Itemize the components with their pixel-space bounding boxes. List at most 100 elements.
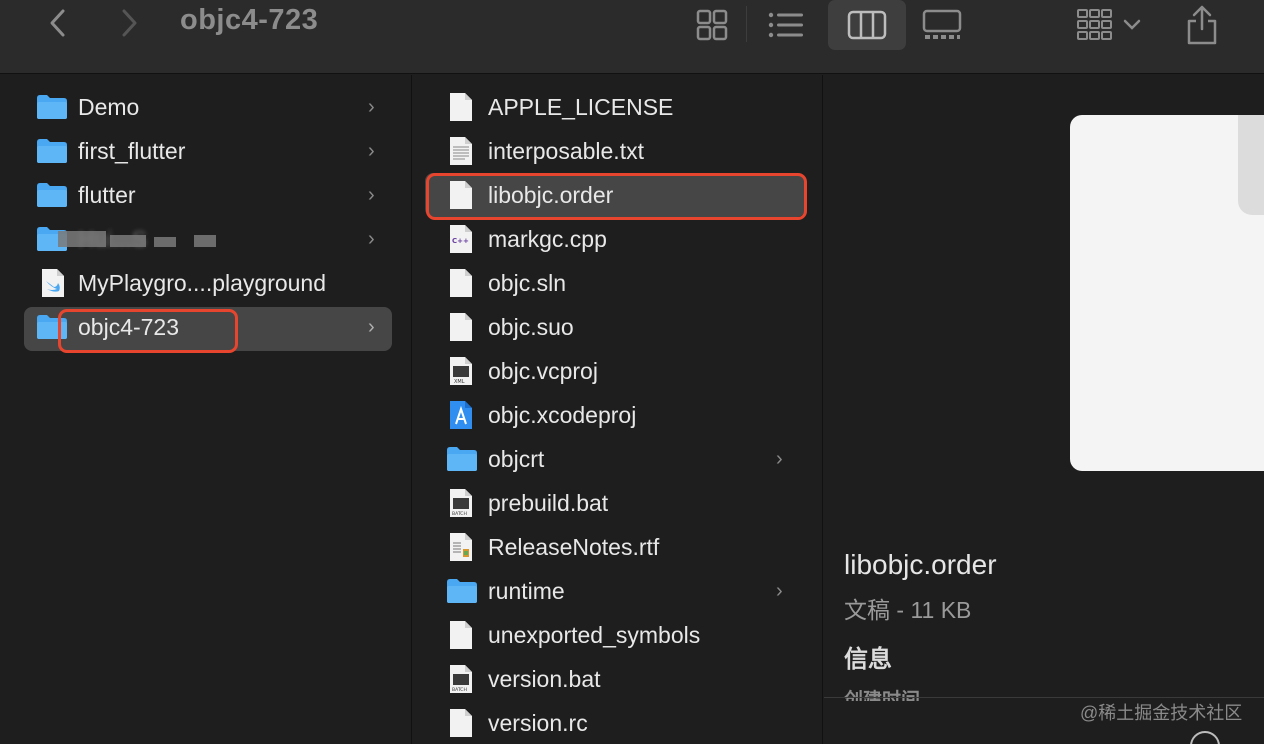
item-name: objcrt (488, 445, 545, 472)
chevron-right-icon: › (368, 95, 375, 118)
list-item[interactable]: XML objc.vcproj (413, 349, 822, 393)
redaction-block (154, 237, 176, 247)
list-item[interactable]: flutter › (4, 173, 411, 217)
chevron-right-icon: › (368, 227, 375, 250)
document-preview-fold (1238, 115, 1264, 215)
forward-button[interactable] (114, 8, 144, 38)
watermark: @稀土掘金技术社区 (1080, 703, 1243, 723)
document-icon (450, 93, 472, 121)
chevron-right-icon: › (368, 183, 375, 206)
svg-text:C++: C++ (452, 237, 469, 245)
highlight-annotation (426, 173, 807, 220)
item-name: MyPlaygro....playground (78, 269, 327, 296)
list-view-icon (768, 12, 803, 38)
highlight-annotation (58, 309, 238, 353)
preview-file-meta: 文稿 - 11 KB (844, 597, 972, 623)
item-name: objc.vcproj (488, 357, 598, 384)
chevron-right-icon: › (776, 579, 783, 602)
item-name: first_flutter (78, 137, 186, 164)
item-name: version.rc (488, 709, 588, 736)
list-item[interactable]: objc.xcodeproj (413, 393, 822, 437)
chevron-left-icon (50, 9, 65, 37)
list-item[interactable]: ReleaseNotes.rtf (413, 525, 822, 569)
rtf-file-icon (450, 533, 472, 561)
list-view-button[interactable] (764, 0, 808, 50)
share-button[interactable] (1182, 0, 1222, 50)
item-name: flutter (78, 181, 136, 208)
preview-info-heading: 信息 (844, 646, 892, 673)
item-name: markgc.cpp (488, 225, 607, 252)
list-item[interactable]: objcrt › (413, 437, 822, 481)
list-item[interactable]: version.rc (413, 701, 822, 744)
files-column: APPLE_LICENSE interposable.txt libobjc.o… (413, 75, 823, 744)
redaction-block (194, 235, 216, 247)
group-button[interactable] (1070, 0, 1146, 50)
redaction-block (110, 235, 146, 247)
item-name: ReleaseNotes.rtf (488, 533, 660, 560)
chevron-right-icon: › (368, 139, 375, 162)
folder-icon (37, 183, 67, 207)
item-name: runtime (488, 577, 565, 604)
batch-file-icon: BATCH (450, 665, 472, 693)
item-name: objc.suo (488, 313, 574, 340)
folder-icon (447, 447, 477, 471)
preview-divider (824, 697, 1264, 698)
chevron-right-icon (122, 9, 137, 37)
document-preview-icon (1070, 115, 1264, 471)
list-item[interactable]: unexported_symbols (413, 613, 822, 657)
folder-icon (37, 95, 67, 119)
gallery-view-icon (922, 9, 962, 39)
list-item[interactable]: interposable.txt (413, 129, 822, 173)
svg-text:BATCH: BATCH (452, 687, 467, 693)
list-item[interactable]: Demo › (4, 85, 411, 129)
item-name: APPLE_LICENSE (488, 93, 674, 120)
gallery-view-button[interactable] (918, 0, 966, 50)
toolbar-separator (746, 6, 747, 42)
redaction-block (58, 231, 106, 247)
list-item[interactable]: first_flutter › (4, 129, 411, 173)
preview-file-name: libobjc.order (844, 549, 997, 580)
list-item[interactable]: objc.sln (413, 261, 822, 305)
cpp-file-icon: C++ (450, 225, 472, 253)
icon-view-button[interactable] (690, 0, 734, 50)
preview-created-label: 创建时间 (844, 690, 921, 701)
chevron-down-icon (1123, 19, 1141, 30)
chevron-right-icon: › (776, 447, 783, 470)
column-view-button[interactable] (828, 0, 906, 50)
svg-text:XML: XML (454, 379, 465, 385)
swift-playground-icon (42, 269, 64, 297)
share-icon (1187, 5, 1217, 45)
list-item[interactable]: APPLE_LICENSE (413, 85, 822, 129)
window-title: objc4-723 (180, 4, 319, 36)
batch-file-icon: BATCH (450, 489, 472, 517)
folder-icon (447, 579, 477, 603)
list-item[interactable]: BATCH prebuild.bat (413, 481, 822, 525)
group-grid-icon (1077, 9, 1112, 40)
list-item[interactable]: runtime › (413, 569, 822, 613)
icon-view-icon (696, 9, 728, 41)
svg-text:BATCH: BATCH (452, 511, 467, 517)
more-button[interactable] (1190, 731, 1220, 744)
item-name: interposable.txt (488, 137, 644, 164)
list-item[interactable]: objc.suo (413, 305, 822, 349)
document-icon (450, 621, 472, 649)
preview-pane: libobjc.order 文稿 - 11 KB 信息 创建时间 @稀土掘金技术… (824, 75, 1264, 744)
list-item[interactable]: Hui...S › (4, 217, 411, 261)
list-item[interactable]: BATCH version.bat (413, 657, 822, 701)
folder-icon (37, 139, 67, 163)
column-view-icon (847, 10, 887, 40)
xml-file-icon: XML (450, 357, 472, 385)
item-name: unexported_symbols (488, 621, 701, 648)
document-icon (450, 269, 472, 297)
xcodeproj-icon (450, 401, 472, 429)
list-item[interactable]: C++ markgc.cpp (413, 217, 822, 261)
item-name: version.bat (488, 665, 601, 692)
item-name: Demo (78, 93, 140, 120)
chevron-right-icon: › (368, 315, 375, 338)
list-item[interactable]: MyPlaygro....playground (4, 261, 411, 305)
back-button[interactable] (44, 8, 74, 38)
item-name: objc.sln (488, 269, 566, 296)
item-name: objc.xcodeproj (488, 401, 637, 428)
document-icon (450, 313, 472, 341)
sidebar-column: Demo › first_flutter › flutter › Hui...S… (4, 75, 412, 744)
